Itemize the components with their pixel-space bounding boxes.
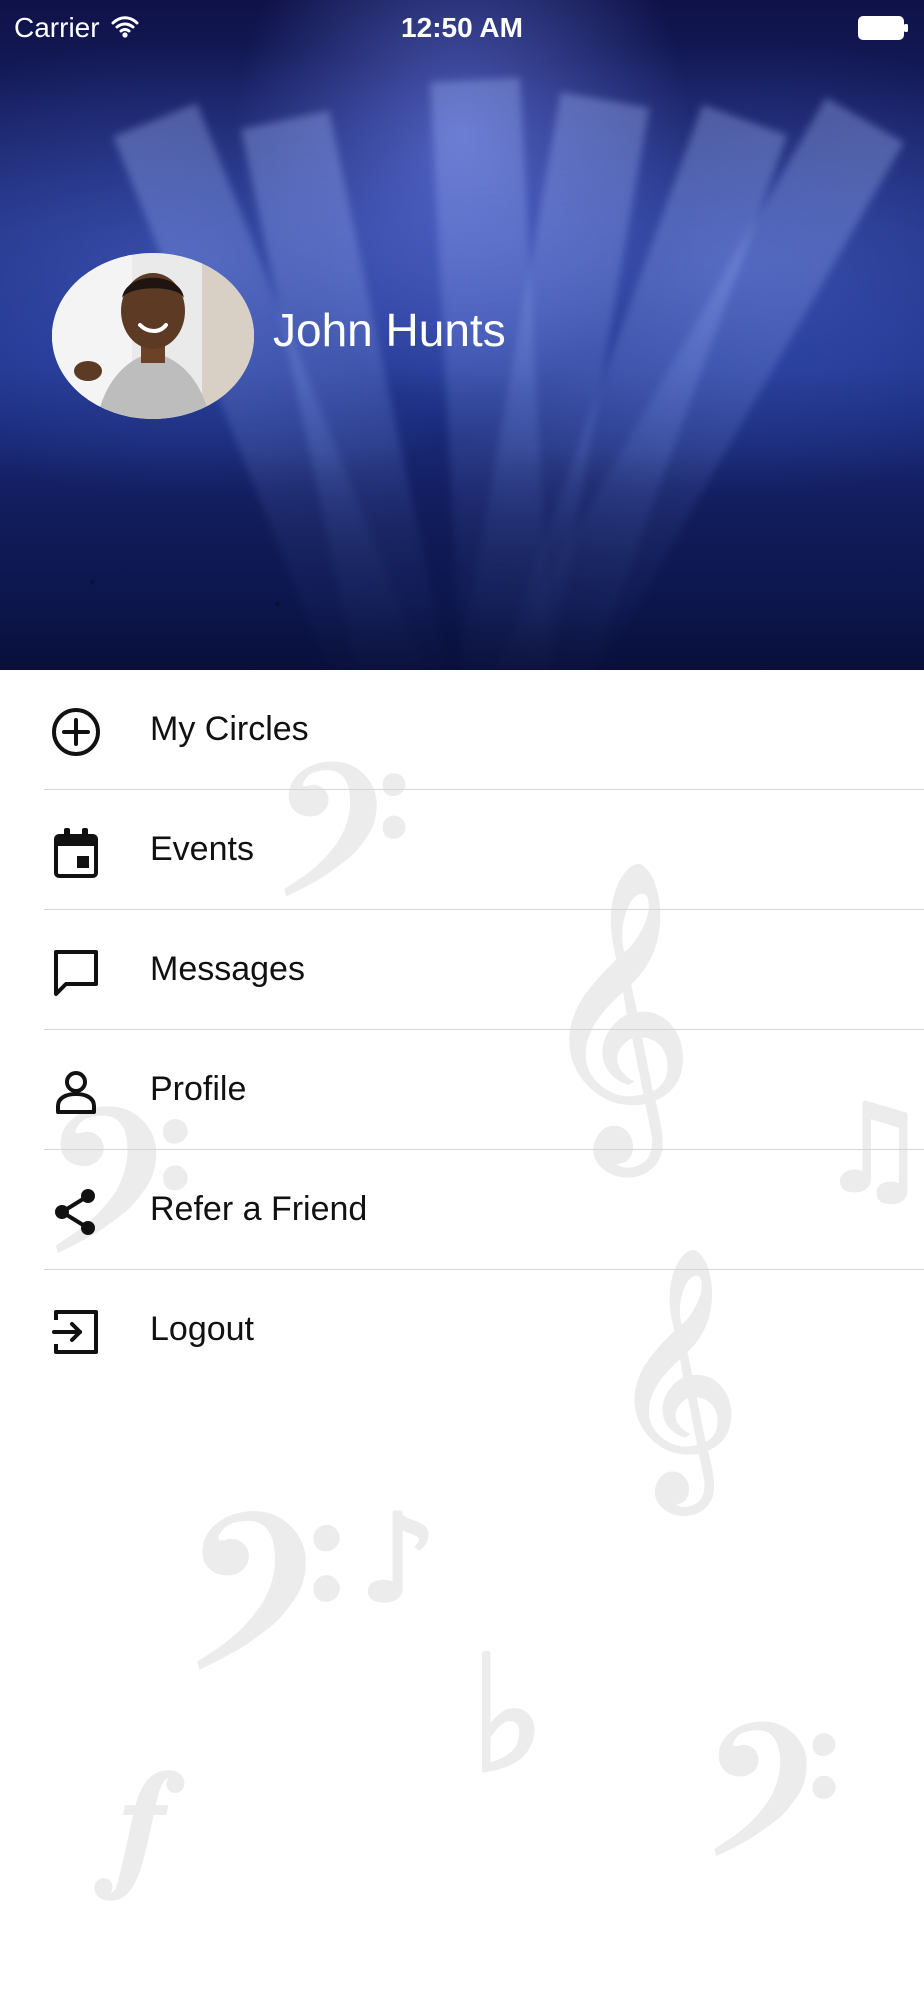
- user-name: John Hunts: [273, 304, 506, 356]
- menu-item-messages[interactable]: Messages: [0, 910, 924, 1030]
- menu-item-label: Logout: [150, 1310, 254, 1348]
- menu-item-logout[interactable]: Logout: [0, 1270, 924, 1390]
- status-bar: Carrier 12:50 AM: [0, 0, 924, 56]
- menu-item-label: Messages: [150, 950, 305, 988]
- menu-item-label: My Circles: [150, 710, 309, 748]
- menu-item-refer-a-friend[interactable]: Refer a Friend: [0, 1150, 924, 1270]
- drawer-menu-area: 𝄢 𝄞 𝄢 𝄞 𝄢 𝄢 ♪ ♫ 𝆑 ♭ My Circles Events Me…: [0, 670, 924, 2000]
- message-icon: [50, 946, 102, 998]
- menu-item-profile[interactable]: Profile: [0, 1030, 924, 1150]
- add-circle-icon: [50, 706, 102, 758]
- svg-text:𝆑: 𝆑: [96, 1741, 183, 1904]
- svg-text:𝄢: 𝄢: [700, 1686, 841, 1942]
- menu-item-my-circles[interactable]: My Circles: [0, 670, 924, 790]
- share-icon: [50, 1186, 102, 1238]
- calendar-icon: [50, 826, 102, 878]
- menu-item-label: Events: [150, 830, 254, 868]
- menu-item-label: Refer a Friend: [150, 1190, 368, 1228]
- logout-icon: [50, 1306, 102, 1358]
- menu-item-events[interactable]: Events: [0, 790, 924, 910]
- menu-item-label: Profile: [150, 1070, 247, 1108]
- svg-text:♭: ♭: [470, 1621, 545, 1808]
- svg-text:♪: ♪: [360, 1490, 437, 1629]
- drawer-header: Carrier 12:50 AM John Hunts: [0, 0, 924, 670]
- battery-icon: [858, 16, 910, 40]
- svg-text:𝄢: 𝄢: [180, 1470, 347, 1772]
- person-icon: [50, 1066, 102, 1118]
- status-time: 12:50 AM: [401, 12, 523, 43]
- crowd-overlay: [0, 450, 924, 670]
- menu-list: My Circles Events Messages Profile Refer…: [0, 670, 924, 1390]
- avatar[interactable]: [52, 253, 254, 419]
